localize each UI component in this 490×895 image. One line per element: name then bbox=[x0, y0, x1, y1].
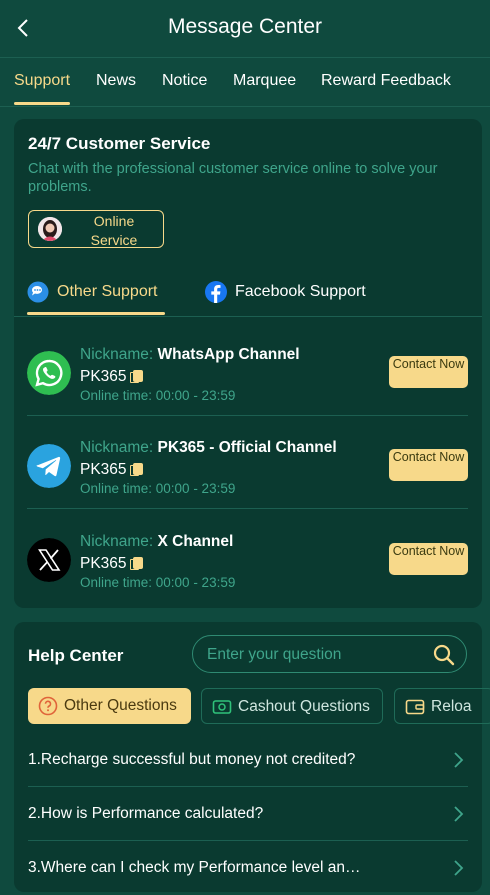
customer-service-title: 24/7 Customer Service bbox=[28, 134, 211, 153]
subtab-other-support-label: Other Support bbox=[57, 283, 158, 300]
chevron-right-icon bbox=[454, 806, 464, 822]
channel-account: PK365 bbox=[80, 555, 143, 573]
faq-question: 2.How is Performance calculated? bbox=[28, 805, 264, 822]
chat-bubble-icon bbox=[27, 281, 49, 303]
question-tab-reload[interactable]: Reloa bbox=[394, 688, 490, 724]
question-tab-label: Reloa bbox=[431, 698, 472, 715]
active-tab-indicator bbox=[14, 102, 70, 105]
contact-now-button[interactable]: Contact Now bbox=[389, 543, 468, 575]
copy-icon[interactable] bbox=[129, 370, 143, 383]
channel-row-whatsapp: Nickname: WhatsApp Channel PK365 Online … bbox=[14, 323, 482, 416]
online-service-label: Online Service bbox=[90, 213, 138, 248]
customer-service-card: 24/7 Customer Service Chat with the prof… bbox=[14, 119, 482, 608]
copy-icon[interactable] bbox=[129, 463, 143, 476]
faq-item[interactable]: 1.Recharge successful but money not cred… bbox=[14, 733, 482, 787]
header-bar: Message Center bbox=[0, 0, 490, 58]
subtab-facebook-support-label: Facebook Support bbox=[235, 283, 366, 300]
question-tab-other[interactable]: Other Questions bbox=[28, 688, 191, 724]
whatsapp-icon bbox=[27, 351, 71, 395]
tab-reward-feedback[interactable]: Reward Feedback bbox=[321, 72, 451, 90]
channel-online-time: Online time: 00:00 - 23:59 bbox=[80, 481, 236, 496]
question-tab-label: Cashout Questions bbox=[238, 698, 370, 715]
channel-nickname: Nickname: WhatsApp Channel bbox=[80, 346, 300, 363]
help-search-box bbox=[192, 635, 467, 673]
channel-nickname: Nickname: PK365 - Official Channel bbox=[80, 439, 337, 456]
cash-icon bbox=[212, 700, 232, 714]
facebook-icon bbox=[205, 281, 227, 303]
channel-account: PK365 bbox=[80, 368, 143, 386]
channel-online-time: Online time: 00:00 - 23:59 bbox=[80, 575, 236, 590]
help-search-input[interactable] bbox=[205, 644, 419, 666]
agent-avatar bbox=[38, 217, 62, 241]
faq-item[interactable]: 3.Where can I check my Performance level… bbox=[14, 841, 482, 895]
subtab-divider bbox=[14, 316, 482, 317]
top-tab-bar: Support News Notice Marquee Reward Feedb… bbox=[0, 58, 490, 107]
chevron-right-icon bbox=[454, 860, 464, 876]
contact-now-button[interactable]: Contact Now bbox=[389, 449, 468, 481]
contact-now-button[interactable]: Contact Now bbox=[389, 356, 468, 388]
channel-row-telegram: Nickname: PK365 - Official Channel PK365… bbox=[14, 416, 482, 509]
active-subtab-indicator bbox=[27, 312, 165, 315]
help-center-card: Help Center Other Questions Cashout Ques… bbox=[14, 622, 490, 895]
faq-question: 1.Recharge successful but money not cred… bbox=[28, 751, 356, 768]
help-center-title: Help Center bbox=[28, 646, 124, 665]
tab-marquee[interactable]: Marquee bbox=[233, 72, 296, 90]
chevron-right-icon bbox=[454, 752, 464, 768]
question-tab-label: Other Questions bbox=[64, 697, 177, 714]
page-title: Message Center bbox=[167, 15, 323, 38]
customer-service-subtitle: Chat with the professional customer serv… bbox=[28, 161, 438, 195]
online-service-button[interactable]: Online Service bbox=[28, 210, 164, 248]
channel-nickname: Nickname: X Channel bbox=[80, 533, 234, 550]
channel-row-x: Nickname: X Channel PK365 Online time: 0… bbox=[14, 510, 482, 603]
question-tab-cashout[interactable]: Cashout Questions bbox=[201, 688, 383, 724]
question-icon bbox=[38, 696, 58, 716]
channel-account: PK365 bbox=[80, 461, 143, 479]
row-divider bbox=[27, 508, 468, 509]
faq-question: 3.Where can I check my Performance level… bbox=[28, 859, 361, 876]
tab-news[interactable]: News bbox=[96, 72, 136, 90]
telegram-icon bbox=[27, 444, 71, 488]
wallet-icon bbox=[405, 699, 425, 715]
tab-support[interactable]: Support bbox=[14, 72, 70, 90]
subtab-other-support[interactable]: Other Support bbox=[27, 281, 177, 307]
tab-notice[interactable]: Notice bbox=[162, 72, 207, 90]
subtab-facebook-support[interactable]: Facebook Support bbox=[205, 281, 385, 307]
faq-item[interactable]: 2.How is Performance calculated? bbox=[14, 787, 482, 841]
search-icon[interactable] bbox=[433, 644, 455, 666]
copy-icon[interactable] bbox=[129, 557, 143, 570]
channel-online-time: Online time: 00:00 - 23:59 bbox=[80, 388, 236, 403]
x-icon bbox=[27, 538, 71, 582]
